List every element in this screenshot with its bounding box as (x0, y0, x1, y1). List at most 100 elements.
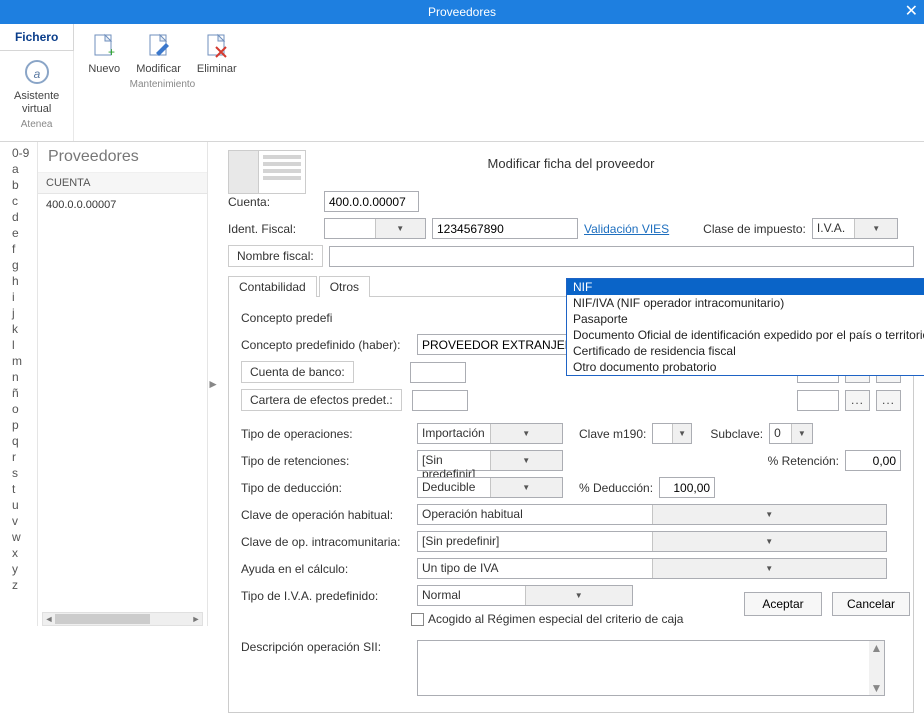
chevron-down-icon[interactable]: ▼ (525, 586, 633, 605)
dropdown-option[interactable]: Documento Oficial de identificación expe… (567, 327, 924, 343)
list-column-header[interactable]: CUENTA (38, 173, 207, 194)
validacion-vies-link[interactable]: Validación VIES (584, 222, 669, 236)
alpha-index-item[interactable]: d (0, 209, 37, 225)
new-label: Nuevo (88, 63, 120, 75)
alpha-index-item[interactable]: p (0, 417, 37, 433)
alpha-index-item[interactable]: u (0, 497, 37, 513)
alpha-index-item[interactable]: r (0, 449, 37, 465)
alpha-index-item[interactable]: ñ (0, 385, 37, 401)
alpha-index-item[interactable]: k (0, 321, 37, 337)
clave-op-habitual-combo[interactable]: Operación habitual▼ (417, 504, 887, 525)
ellipsis-button[interactable]: ... (876, 390, 901, 411)
chevron-down-icon[interactable]: ▼ (672, 424, 692, 443)
tab-contabilidad[interactable]: Contabilidad (228, 276, 317, 297)
cartera-efectos-input[interactable] (412, 390, 468, 411)
clave-m190-combo[interactable]: ▼ (652, 423, 692, 444)
dropdown-option[interactable]: Otro documento probatorio (567, 359, 924, 375)
chevron-down-icon[interactable]: ▼ (652, 532, 887, 551)
tab-otros[interactable]: Otros (319, 276, 370, 297)
alpha-index-item[interactable]: q (0, 433, 37, 449)
alpha-index-item[interactable]: e (0, 225, 37, 241)
partida-input-4a[interactable] (797, 390, 839, 411)
alpha-index-item[interactable]: s (0, 465, 37, 481)
cuenta-banco-input[interactable] (410, 362, 466, 383)
tipo-deduccion-label: Tipo de deducción: (241, 481, 411, 495)
alpha-index-item[interactable]: z (0, 577, 37, 593)
clase-impuesto-combo[interactable]: I.V.A. ▼ (812, 218, 898, 239)
ellipsis-button[interactable]: ... (845, 390, 870, 411)
alpha-index-item[interactable]: t (0, 481, 37, 497)
chevron-down-icon[interactable]: ▼ (791, 424, 813, 443)
close-icon[interactable]: ✕ (905, 1, 918, 21)
ident-fiscal-type-value (325, 219, 375, 238)
chevron-down-icon[interactable]: ▼ (652, 505, 887, 524)
ident-fiscal-dropdown-list[interactable]: NIFNIF/IVA (NIF operador intracomunitari… (566, 278, 924, 376)
alpha-index-item[interactable]: n (0, 369, 37, 385)
clave-op-intra-combo[interactable]: [Sin predefinir]▼ (417, 531, 887, 552)
alpha-index-item[interactable]: y (0, 561, 37, 577)
chevron-down-icon[interactable]: ▼ (375, 219, 426, 238)
panel-expander[interactable]: ► (208, 142, 218, 626)
ident-fiscal-type-combo[interactable]: ▼ (324, 218, 426, 239)
dropdown-option[interactable]: Pasaporte (567, 311, 924, 327)
ident-fiscal-number-input[interactable] (432, 218, 578, 239)
alpha-index-item[interactable]: c (0, 193, 37, 209)
chevron-down-icon[interactable]: ▼ (854, 219, 897, 238)
alpha-index-item[interactable]: j (0, 305, 37, 321)
alpha-index-item[interactable]: h (0, 273, 37, 289)
alpha-index-item[interactable]: f (0, 241, 37, 257)
chevron-down-icon[interactable]: ▼ (490, 451, 563, 470)
modify-button[interactable]: Modificar (128, 28, 189, 77)
scroll-right-icon[interactable]: ► (190, 613, 202, 625)
accept-button[interactable]: Aceptar (744, 592, 822, 616)
nombre-fiscal-input[interactable] (329, 246, 914, 267)
file-tab[interactable]: Fichero (0, 24, 74, 51)
subclave-value: 0 (770, 424, 791, 443)
cuenta-input[interactable] (324, 191, 419, 212)
form-thumbnail[interactable] (228, 150, 306, 194)
alpha-index-item[interactable]: g (0, 257, 37, 273)
scroll-up-icon[interactable]: ▲ (871, 641, 883, 655)
delete-button[interactable]: Eliminar (189, 28, 245, 77)
tipo-retenciones-combo[interactable]: [Sin predefinir]▼ (417, 450, 563, 471)
dropdown-option[interactable]: Certificado de residencia fiscal (567, 343, 924, 359)
chevron-down-icon[interactable]: ▼ (490, 424, 563, 443)
scroll-left-icon[interactable]: ◄ (43, 613, 55, 625)
cancel-button[interactable]: Cancelar (832, 592, 910, 616)
regimen-caja-checkbox[interactable]: Acogido al Régimen especial del criterio… (411, 612, 683, 626)
alpha-index-item[interactable]: l (0, 337, 37, 353)
ayuda-calculo-combo[interactable]: Un tipo de IVA▼ (417, 558, 887, 579)
alpha-index-item[interactable]: b (0, 177, 37, 193)
dropdown-option[interactable]: NIF/IVA (NIF operador intracomunitario) (567, 295, 924, 311)
pct-retencion-input[interactable] (845, 450, 901, 471)
nombre-fiscal-button[interactable]: Nombre fiscal: (228, 245, 323, 267)
assistant-button[interactable]: a Asistente virtual (6, 55, 67, 117)
tipo-deduccion-combo[interactable]: Deducible▼ (417, 477, 563, 498)
scroll-thumb[interactable] (55, 614, 150, 624)
chevron-down-icon[interactable]: ▼ (652, 559, 887, 578)
dropdown-option[interactable]: NIF (567, 279, 924, 295)
alpha-index-item[interactable]: x (0, 545, 37, 561)
alpha-index-item[interactable]: a (0, 161, 37, 177)
pct-deduccion-input[interactable] (659, 477, 715, 498)
alpha-index-item[interactable]: v (0, 513, 37, 529)
new-button[interactable]: + Nuevo (80, 28, 128, 77)
desc-sii-textarea[interactable]: ▲▼ (417, 640, 885, 696)
alpha-index-item[interactable]: w (0, 529, 37, 545)
alpha-index-item[interactable]: m (0, 353, 37, 369)
tipo-iva-predef-combo[interactable]: Normal▼ (417, 585, 633, 606)
subclave-combo[interactable]: 0▼ (769, 423, 813, 444)
ayuda-calculo-label: Ayuda en el cálculo: (241, 562, 411, 576)
alpha-index-item[interactable]: 0-9 (0, 145, 37, 161)
cuenta-banco-button[interactable]: Cuenta de banco: (241, 361, 354, 383)
cartera-efectos-button[interactable]: Cartera de efectos predet.: (241, 389, 402, 411)
chevron-down-icon[interactable]: ▼ (490, 478, 563, 497)
vertical-scrollbar[interactable]: ▲▼ (869, 641, 884, 695)
scroll-down-icon[interactable]: ▼ (871, 681, 883, 695)
horizontal-scrollbar[interactable]: ◄ ► (42, 612, 203, 626)
tipo-operaciones-combo[interactable]: Importación▼ (417, 423, 563, 444)
alpha-index-item[interactable]: o (0, 401, 37, 417)
alpha-index-item[interactable]: i (0, 289, 37, 305)
list-item[interactable]: 400.0.0.00007 (38, 194, 207, 216)
ayuda-calculo-value: Un tipo de IVA (418, 559, 652, 578)
